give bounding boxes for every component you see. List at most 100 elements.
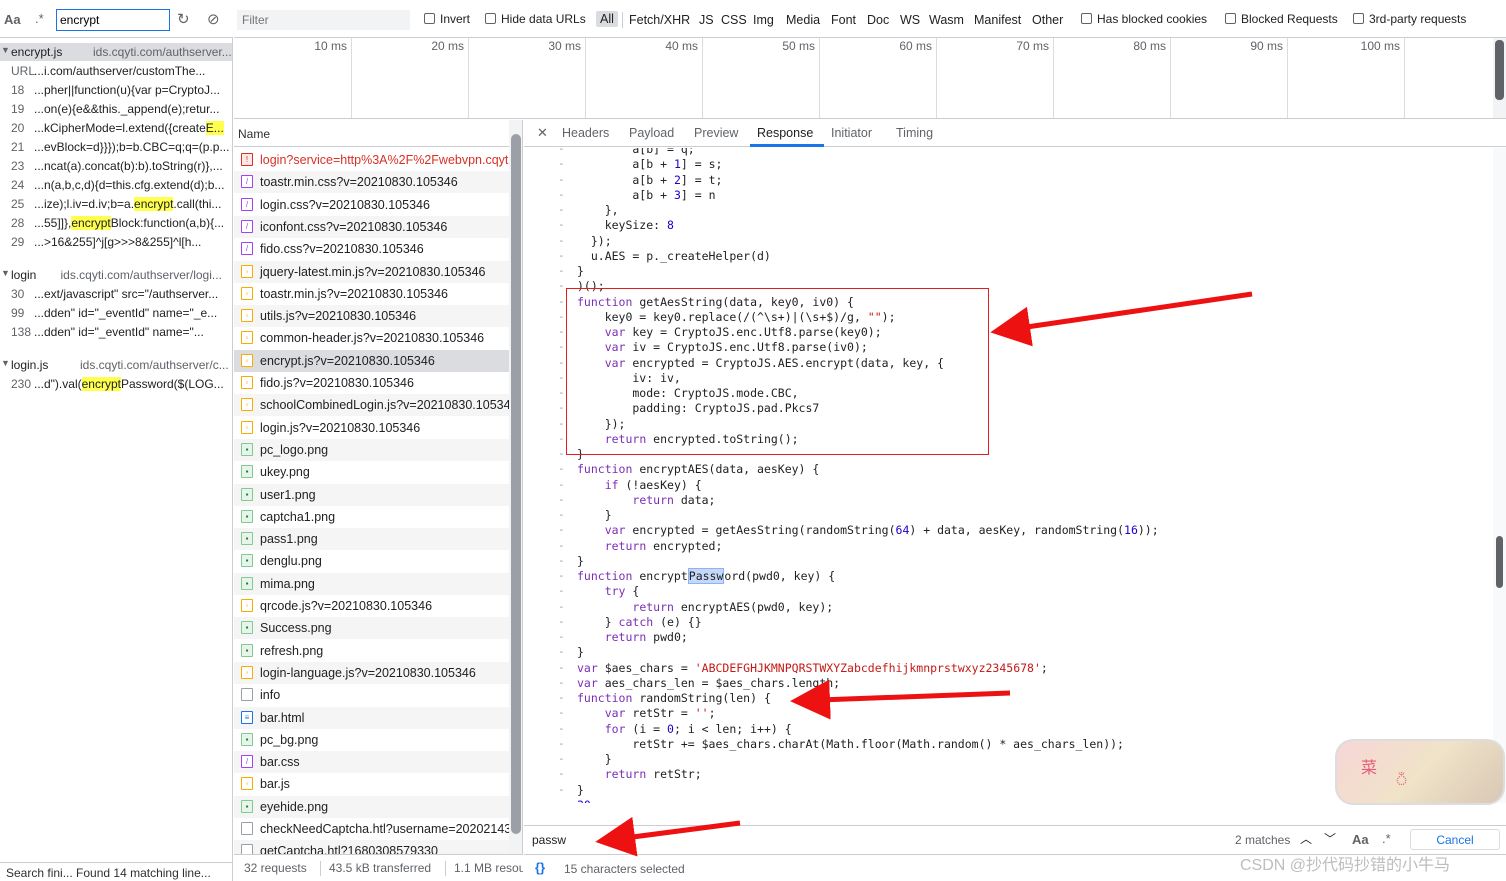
request-row[interactable]: / toastr.min.css?v=20210830.105346 (234, 171, 509, 194)
search-result-line[interactable]: 230 ...d").val(encryptPassword($(LOG... (0, 375, 232, 393)
search-result-line[interactable]: 18 ...pher||function(u){var p=CryptoJ... (0, 81, 232, 99)
pretty-print-button[interactable]: {} (535, 860, 545, 875)
request-row[interactable]: info (234, 684, 509, 706)
request-row[interactable]: ! login?service=http%3A%2F%2Fwebvpn.cqyt (234, 149, 509, 171)
search-result-line[interactable]: 21 ...evBlock=d}}});b=b.CBC=q;q=(p.p... (0, 138, 232, 156)
expand-triangle-icon[interactable]: ▼ (1, 268, 10, 278)
request-row[interactable]: ▪ eyehide.png (234, 795, 509, 818)
scrollbar-thumb[interactable] (1496, 536, 1503, 588)
search-result-line[interactable]: 25 ...ize);l.iv=d.iv;b=a.encrypt.call(thi… (0, 195, 232, 213)
tab-timing[interactable]: Timing (896, 126, 933, 140)
search-result-line[interactable]: 20 ...kCipherMode=l.extend({createE... (0, 119, 232, 137)
type-filter-fetch-xhr[interactable]: Fetch/XHR (629, 13, 690, 27)
name-column-header[interactable]: Name (238, 127, 270, 141)
expand-triangle-icon[interactable]: ▼ (1, 45, 10, 55)
match-case-toggle[interactable]: Aa (1352, 832, 1369, 847)
request-list-scrollbar[interactable] (509, 120, 522, 854)
match-case-toggle[interactable]: Aa (4, 12, 21, 27)
type-filter-ws[interactable]: WS (900, 13, 920, 27)
request-row[interactable]: ▪ pc_logo.png (234, 438, 509, 461)
tab-response[interactable]: Response (757, 126, 813, 140)
request-row[interactable]: ◦ common-header.js?v=20210830.105346 (234, 327, 509, 349)
chevron-down-icon[interactable]: ﹀ (1324, 830, 1336, 847)
request-row[interactable]: ▪ user1.png (234, 483, 509, 506)
search-result-line[interactable]: 19 ...on(e){e&&this._append(e);retur... (0, 100, 232, 118)
tab-preview[interactable]: Preview (694, 126, 738, 140)
response-source-viewer[interactable]: ----------------------------------------… (524, 148, 1506, 803)
scrollbar-thumb[interactable] (511, 134, 521, 834)
find-input[interactable] (532, 831, 1292, 849)
request-row[interactable]: ◦ encrypt.js?v=20210830.105346 (234, 349, 509, 372)
hide-data-urls-checkbox[interactable]: Hide data URLs (485, 12, 586, 26)
type-filter-other[interactable]: Other (1032, 13, 1063, 27)
request-row[interactable]: / login.css?v=20210830.105346 (234, 194, 509, 216)
type-filter-all[interactable]: All (596, 11, 618, 27)
expand-triangle-icon[interactable]: ▼ (1, 358, 10, 368)
search-result-line[interactable]: 138 ...dden" id="_eventId" name="... (0, 323, 232, 341)
close-icon[interactable]: ✕ (537, 125, 548, 141)
request-row[interactable]: ◦ toastr.min.js?v=20210830.105346 (234, 283, 509, 305)
request-row[interactable]: ▪ ukey.png (234, 461, 509, 483)
chevron-up-icon[interactable]: ︿ (1300, 830, 1312, 847)
cancel-button[interactable]: Cancel (1410, 829, 1500, 850)
type-filter-js[interactable]: JS (699, 13, 714, 27)
refresh-icon[interactable]: ↻ (177, 10, 190, 28)
request-row[interactable]: checkNeedCaptcha.htl?username=20202143 (234, 818, 509, 840)
regex-toggle[interactable]: .* (35, 11, 44, 26)
type-filter-manifest[interactable]: Manifest (974, 13, 1021, 27)
vertical-scrollbar[interactable] (1493, 148, 1506, 803)
request-row[interactable]: ◦ qrcode.js?v=20210830.105346 (234, 595, 509, 617)
request-row[interactable]: ▪ pc_bg.png (234, 729, 509, 751)
network-timeline[interactable]: 10 ms 20 ms 30 ms 40 ms 50 ms 60 ms 70 ms 80 ms… (234, 38, 1506, 119)
type-filter-font[interactable]: Font (831, 13, 856, 27)
request-row[interactable]: ◦ fido.js?v=20210830.105346 (234, 372, 509, 394)
request-row[interactable]: ▪ Success.png (234, 617, 509, 640)
type-filter-wasm[interactable]: Wasm (929, 13, 964, 27)
request-row[interactable]: ▪ pass1.png (234, 528, 509, 551)
blocked-requests-checkbox[interactable]: Blocked Requests (1225, 12, 1338, 26)
has-blocked-cookies-checkbox[interactable]: Has blocked cookies (1081, 12, 1207, 26)
tab-headers[interactable]: Headers (562, 126, 609, 140)
search-input[interactable] (56, 9, 170, 31)
tab-initiator[interactable]: Initiator (831, 126, 872, 140)
search-result-line[interactable]: 24 ...n(a,b,c,d){d=this.cfg.extend(d);b..… (0, 176, 232, 194)
search-result-line[interactable]: 28 ...55]]},encryptBlock:function(a,b){..… (0, 214, 232, 232)
request-row[interactable]: / fido.css?v=20210830.105346 (234, 238, 509, 260)
request-row[interactable]: ≡ bar.html (234, 706, 509, 729)
scrollbar-thumb[interactable] (1495, 40, 1504, 100)
search-result-line[interactable]: 29 ...>16&255]^j[g>>>8&255]^l[h... (0, 233, 232, 251)
type-filter-css[interactable]: CSS (721, 13, 747, 27)
request-row[interactable]: ▪ denglu.png (234, 550, 509, 572)
type-filter-media[interactable]: Media (786, 13, 820, 27)
request-row[interactable]: ◦ jquery-latest.min.js?v=20210830.105346 (234, 260, 509, 283)
search-result-line[interactable]: 30 ...ext/javascript" src="/authserver... (0, 285, 232, 303)
request-row[interactable]: / bar.css (234, 751, 509, 774)
request-row[interactable]: ▪ mima.png (234, 572, 509, 595)
request-row[interactable]: ◦ bar.js (234, 773, 509, 795)
clear-icon[interactable]: ⊘ (207, 10, 220, 28)
regex-toggle[interactable]: .* (1382, 831, 1391, 846)
search-result-line[interactable]: 23 ...ncat(a).concat(b):b).toString(r)},.… (0, 157, 232, 175)
search-result-line[interactable]: URL ...i.com/authserver/customThe... (0, 62, 232, 80)
request-row[interactable]: ◦ login.js?v=20210830.105346 (234, 417, 509, 439)
request-row[interactable]: ◦ utils.js?v=20210830.105346 (234, 305, 509, 328)
type-filter-img[interactable]: Img (753, 13, 774, 27)
filter-input[interactable] (237, 10, 410, 30)
search-result-file[interactable]: ▼ login.js ids.cqyti.com/authserver/c... (0, 356, 232, 374)
timeline-scrollbar[interactable] (1493, 38, 1506, 118)
request-row[interactable]: getCaptcha.htl?1680308579330 (234, 840, 509, 854)
request-list-header[interactable]: Name (234, 120, 522, 147)
search-result-file[interactable]: ▼ login ids.cqyti.com/authserver/logi... (0, 266, 232, 284)
type-filter-doc[interactable]: Doc (867, 13, 889, 27)
search-result-file[interactable]: ▼ encrypt.js ids.cqyti.com/authserver... (0, 43, 232, 61)
third-party-checkbox[interactable]: 3rd-party requests (1353, 12, 1466, 26)
request-row[interactable]: ◦ schoolCombinedLogin.js?v=20210830.10534 (234, 394, 509, 417)
request-row[interactable]: ▪ refresh.png (234, 640, 509, 662)
code-lines[interactable]: a[b] = q; a[b + 1] = s; a[b + 2] = t; a[… (577, 148, 1487, 803)
request-row[interactable]: / iconfont.css?v=20210830.105346 (234, 215, 509, 238)
request-row[interactable]: ▪ captcha1.png (234, 506, 509, 528)
search-result-line[interactable]: 99 ...dden" id="_eventId" name="_e... (0, 304, 232, 322)
invert-checkbox[interactable]: Invert (424, 12, 470, 26)
tab-payload[interactable]: Payload (629, 126, 674, 140)
request-row[interactable]: ◦ login-language.js?v=20210830.105346 (234, 661, 509, 684)
